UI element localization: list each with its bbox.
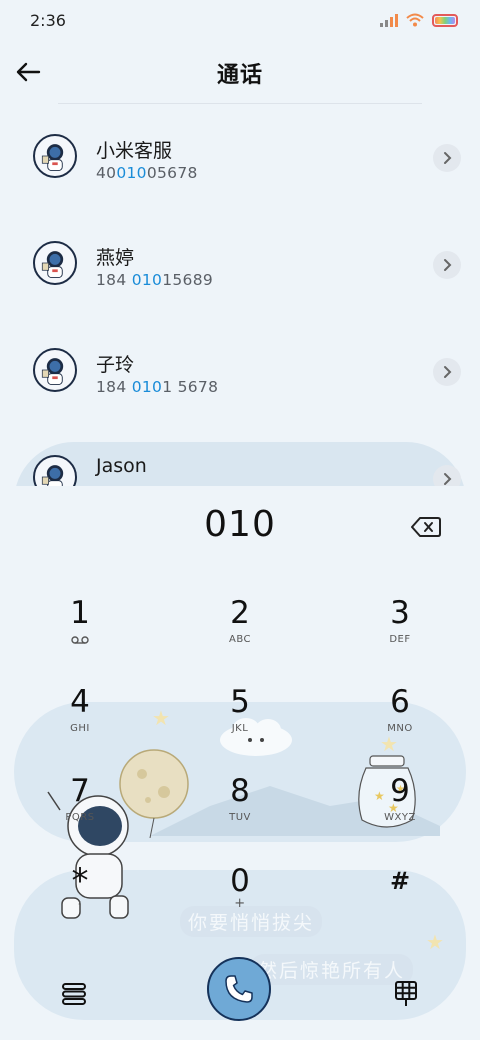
key-9[interactable]: 9 WXYZ <box>345 766 455 846</box>
contact-row[interactable]: 燕婷 184 01015689 <box>0 211 480 317</box>
contact-list: 小米客服 4001005678 燕婷 184 01015689 子玲 184 0… <box>0 104 480 486</box>
key-letters: WXYZ <box>384 812 416 823</box>
star-decoration: ★ <box>152 706 170 730</box>
key-digit: 1 <box>70 595 90 631</box>
keypad-icon <box>395 981 417 1006</box>
key-6[interactable]: 6 MNO <box>345 677 455 757</box>
header: 通话 <box>0 40 480 104</box>
battery-icon <box>432 13 458 27</box>
key-digit: 8 <box>230 773 250 809</box>
key-letters: PQRS <box>65 812 95 823</box>
key-letters: JKL <box>231 723 249 734</box>
key-hash[interactable]: # <box>345 856 455 936</box>
contact-row[interactable]: 子玲 184 0101 5678 <box>0 318 480 424</box>
contact-number: 184 01015689 <box>96 271 214 289</box>
status-time: 2:36 <box>30 11 66 30</box>
wifi-icon <box>406 13 424 27</box>
key-digit: 4 <box>70 684 90 720</box>
key-digit: 6 <box>390 684 410 720</box>
key-2[interactable]: 2 ABC <box>185 588 295 668</box>
contact-number: 184 0101 5678 <box>96 378 219 396</box>
status-icons <box>380 12 458 28</box>
key-digit: # <box>389 867 411 895</box>
key-letters: TUV <box>229 812 251 823</box>
key-1[interactable]: 1 <box>25 588 135 668</box>
page-title: 通话 <box>216 63 263 88</box>
contact-row[interactable]: 小米客服 4001005678 <box>0 104 480 210</box>
key-0[interactable]: 0 + <box>185 856 295 936</box>
chevron-right-icon <box>444 366 452 378</box>
key-4[interactable]: 4 GHI <box>25 677 135 757</box>
contact-detail-button[interactable] <box>433 358 461 386</box>
key-digit: 2 <box>230 595 250 631</box>
keypad-toggle-button[interactable] <box>384 972 428 1016</box>
dialpad: ★ ★ ★ ★ ★ ★ 你要悄悄拔尖 然后惊艳所有人 010 1 2 ABC 3… <box>0 486 480 1040</box>
menu-button[interactable] <box>52 972 96 1016</box>
key-5[interactable]: 5 JKL <box>185 677 295 757</box>
contact-number: 4001005678 <box>96 164 198 182</box>
call-button[interactable] <box>207 957 271 1021</box>
avatar <box>33 348 77 392</box>
key-digit: 3 <box>390 595 410 631</box>
avatar <box>33 134 77 178</box>
menu-icon <box>62 983 86 1005</box>
backspace-icon <box>411 517 441 537</box>
status-bar: 2:36 <box>0 0 480 40</box>
key-digit: 0 <box>230 863 250 899</box>
contact-detail-button[interactable] <box>433 144 461 172</box>
avatar <box>33 241 77 285</box>
phone-icon <box>225 975 253 1003</box>
chevron-right-icon <box>444 259 452 271</box>
backspace-button[interactable] <box>406 510 446 544</box>
voicemail-icon <box>71 636 89 644</box>
key-star[interactable]: * , <box>25 856 135 936</box>
contact-name: 燕婷 <box>96 247 135 269</box>
contact-row[interactable]: Jason <box>0 425 480 486</box>
signal-icon <box>380 13 398 27</box>
chevron-right-icon <box>444 473 452 485</box>
key-digit: 7 <box>70 773 90 809</box>
key-3[interactable]: 3 DEF <box>345 588 455 668</box>
contact-name: 小米客服 <box>96 140 173 162</box>
chevron-right-icon <box>444 152 452 164</box>
key-letters: ABC <box>228 634 251 645</box>
key-digit: 9 <box>390 773 410 809</box>
avatar <box>33 455 77 486</box>
key-letters: , <box>77 892 83 907</box>
key-digit: 5 <box>230 684 250 720</box>
key-7[interactable]: 7 PQRS <box>25 766 135 846</box>
key-letters: DEF <box>389 634 411 645</box>
contact-name: 子玲 <box>96 354 135 376</box>
dialpad-bottom-bar <box>0 950 480 1040</box>
contact-detail-button[interactable] <box>433 251 461 279</box>
key-letters: MNO <box>387 723 413 734</box>
key-8[interactable]: 8 TUV <box>185 766 295 846</box>
contact-detail-button[interactable] <box>433 465 461 486</box>
key-letters: + <box>234 896 246 911</box>
contact-name: Jason <box>96 455 147 477</box>
key-letters: GHI <box>70 723 90 734</box>
